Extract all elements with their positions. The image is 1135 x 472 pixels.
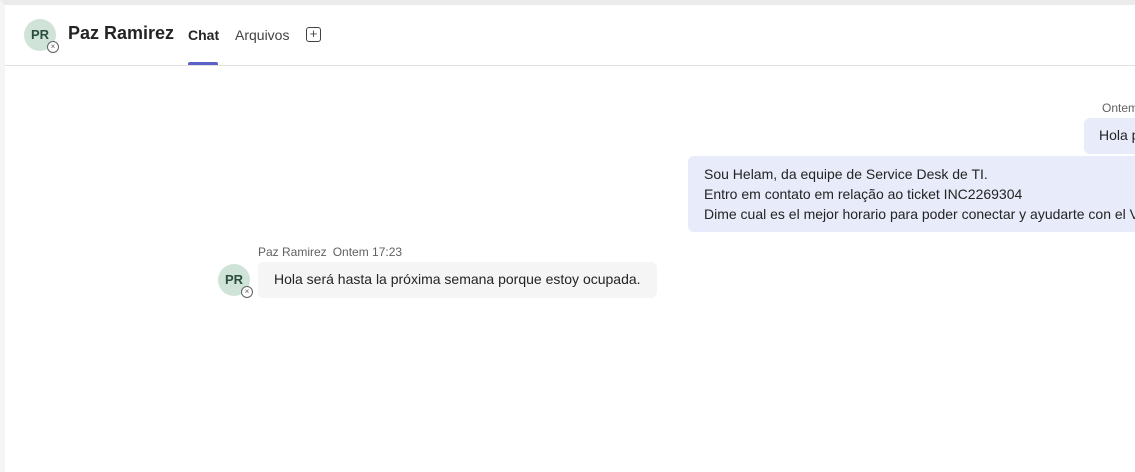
received-message-meta: Paz Ramirez Ontem 17:23 [258, 245, 402, 259]
received-timestamp: Ontem 17:23 [332, 245, 403, 259]
active-tab-indicator [188, 62, 218, 65]
chat-header: PR × Paz Ramirez Chat Arquivos + [5, 5, 1135, 66]
avatar-initials: PR [224, 272, 244, 287]
sent-message-bubble[interactable]: Hola p [1084, 118, 1135, 154]
add-tab-icon[interactable]: + [306, 27, 321, 42]
contact-name[interactable]: Paz Ramirez [68, 23, 174, 44]
avatar-initials: PR [30, 27, 50, 42]
received-message-text: Hola será hasta la próxima semana porque… [274, 271, 641, 287]
sent-message-line: Dime cual es el mejor horario para poder… [704, 206, 1135, 222]
sent-message-text: Hola p [1099, 127, 1135, 143]
message-list: Ontem Hola p Sou Helam, da equipe de Ser… [5, 67, 1135, 472]
presence-offline-icon: × [47, 41, 59, 53]
tab-chat[interactable]: Chat [188, 27, 219, 43]
received-message-bubble[interactable]: Hola será hasta la próxima semana porque… [258, 262, 657, 298]
chat-window: PR × Paz Ramirez Chat Arquivos + Ontem H… [0, 0, 1135, 472]
sent-message-line: Sou Helam, da equipe de Service Desk de … [704, 166, 988, 182]
sender-avatar[interactable]: PR × [218, 264, 253, 298]
contact-avatar[interactable]: PR × [24, 19, 59, 53]
sent-message-line: Entro em contato em relação ao ticket IN… [704, 186, 1023, 202]
sent-message-bubble[interactable]: Sou Helam, da equipe de Service Desk de … [688, 156, 1135, 232]
sent-timestamp: Ontem [1102, 101, 1135, 115]
presence-offline-icon: × [241, 286, 253, 298]
sender-name: Paz Ramirez [258, 245, 327, 259]
tab-files[interactable]: Arquivos [235, 27, 289, 43]
